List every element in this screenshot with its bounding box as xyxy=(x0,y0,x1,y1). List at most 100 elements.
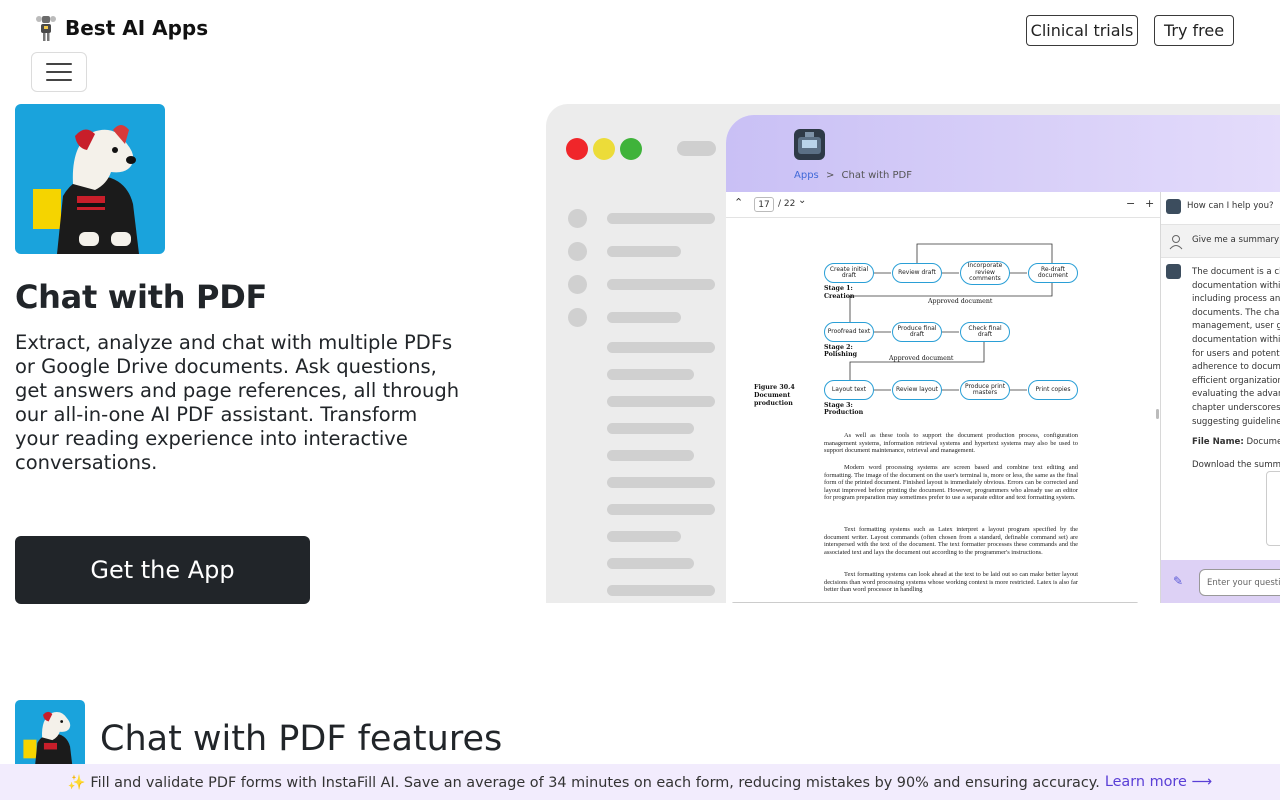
user-avatar-icon xyxy=(1169,235,1183,250)
answer-line: documentation within xyxy=(1192,280,1280,291)
features-heading: Chat with PDF features xyxy=(100,719,503,759)
chat-input-bar: ✎ Enter your question xyxy=(1161,560,1280,603)
brand-link[interactable]: Best AI Apps xyxy=(33,14,208,42)
app-screenshot-mockup: Apps > Chat with PDF ⌃ 17 / 22 ⌄ − + Cre… xyxy=(546,104,1280,603)
sidebar-placeholder-bar xyxy=(607,246,681,257)
placeholder-pill xyxy=(677,141,716,156)
zoom-out-button[interactable]: − xyxy=(1126,197,1135,210)
hamburger-icon xyxy=(46,63,72,65)
magic-wand-icon[interactable]: ✎ xyxy=(1173,574,1183,588)
learn-more-link[interactable]: Learn more ⟶ xyxy=(1105,774,1212,790)
pdf-page-view: Create initial draft Review draft Incorp… xyxy=(726,219,1160,603)
approved-label: Approved document xyxy=(889,355,954,362)
sidebar-placeholder-bar xyxy=(607,396,715,407)
page-title: Chat with PDF xyxy=(15,278,268,316)
answer-line: management, user gu xyxy=(1192,321,1280,332)
figure-caption: Document xyxy=(754,392,791,399)
file-name-label: File Name: xyxy=(1192,437,1244,447)
features-app-icon xyxy=(15,700,85,770)
sidebar-placeholder-bar xyxy=(607,504,715,515)
file-name-value: Documen xyxy=(1246,437,1280,447)
stage-label: Stage 1: xyxy=(824,285,853,292)
sidebar-placeholder-dot xyxy=(568,275,587,294)
sidebar-placeholder-bar xyxy=(607,477,715,488)
user-message-row: Give me a summary o xyxy=(1161,224,1280,258)
app-icon-image xyxy=(15,104,165,254)
sidebar-placeholder-bar xyxy=(607,531,681,542)
sidebar-placeholder-bar xyxy=(607,423,694,434)
try-free-button[interactable]: Try free xyxy=(1154,15,1234,46)
answer-line: suggesting guidelines xyxy=(1192,416,1280,427)
vertical-scrollbar[interactable] xyxy=(1156,409,1159,419)
flowchart-connectors xyxy=(849,243,1053,391)
answer-line: chapter underscores t xyxy=(1192,403,1280,413)
pdf-paragraph: As well as these tools to support the do… xyxy=(824,432,1078,455)
sidebar-placeholder-bar xyxy=(607,369,694,380)
flow-node: Create initial draft xyxy=(824,263,874,283)
flow-node: Incorporate review comments xyxy=(960,261,1010,285)
breadcrumb-apps-link[interactable]: Apps xyxy=(794,170,819,181)
page-number-input[interactable]: 17 xyxy=(754,197,774,212)
menu-toggle-button[interactable] xyxy=(31,52,87,92)
bot-avatar-icon xyxy=(1166,264,1181,279)
pdf-paragraph: Text formatting systems such as Latex in… xyxy=(824,526,1078,556)
approved-label: Approved document xyxy=(928,298,993,305)
user-message: Give me a summary o xyxy=(1192,235,1280,245)
chat-greeting: How can I help you? xyxy=(1187,201,1274,211)
chevron-down-icon[interactable]: ⌄ xyxy=(798,195,806,206)
page-description: Extract, analyze and chat with multiple … xyxy=(15,331,460,474)
flow-node: Layout text xyxy=(824,380,874,400)
sidebar-placeholder-bar xyxy=(607,279,715,290)
promo-banner: ✨ Fill and validate PDF forms with Insta… xyxy=(0,764,1280,800)
app-window: Apps > Chat with PDF ⌃ 17 / 22 ⌄ − + Cre… xyxy=(726,115,1280,603)
zoom-in-button[interactable]: + xyxy=(1145,197,1154,210)
flow-node: Re-draft document xyxy=(1028,263,1078,283)
sidebar-placeholder-dot xyxy=(568,308,587,327)
flow-node: Print copies xyxy=(1028,380,1078,400)
clinical-trials-button[interactable]: Clinical trials xyxy=(1026,15,1138,46)
sidebar-placeholder-dot xyxy=(568,242,587,261)
breadcrumb: Apps > Chat with PDF xyxy=(794,170,912,181)
stage-label: Creation xyxy=(824,293,855,300)
sidebar-placeholder-dot xyxy=(568,209,587,228)
chat-panel: How can I help you? Give me a summary o … xyxy=(1160,192,1280,603)
figure-caption: production xyxy=(754,400,793,407)
pdf-paragraph: Modern word processing systems are scree… xyxy=(824,464,1078,502)
page-total: / 22 xyxy=(778,199,796,209)
answer-line: for users and potentia xyxy=(1192,348,1280,359)
stage-label: Stage 3: xyxy=(824,402,853,409)
app-header: Apps > Chat with PDF xyxy=(726,115,1280,192)
bot-avatar-icon xyxy=(1166,199,1181,214)
flow-node: Produce print masters xyxy=(960,380,1010,400)
sidebar-placeholder-bar xyxy=(607,312,681,323)
answer-line: evaluating the advanta xyxy=(1192,389,1280,400)
get-the-app-button[interactable]: Get the App xyxy=(15,536,310,604)
window-close-dot xyxy=(566,138,588,160)
arrow-right-icon: ⟶ xyxy=(1191,774,1213,790)
answer-line: documents. The chapt xyxy=(1192,307,1280,318)
question-input[interactable]: Enter your question xyxy=(1199,569,1280,596)
sidebar-placeholder-bar xyxy=(607,558,694,569)
breadcrumb-separator: > xyxy=(825,170,835,181)
flow-node: Produce final draft xyxy=(892,322,942,342)
pdf-paragraph: Text formatting systems can look ahead a… xyxy=(824,571,1078,594)
download-summary-link[interactable]: Download the summa xyxy=(1192,460,1280,470)
brand-name: Best AI Apps xyxy=(65,16,209,40)
chevron-up-icon[interactable]: ⌃ xyxy=(734,196,743,209)
sidebar-placeholder-bar xyxy=(607,450,694,461)
learn-more-label: Learn more xyxy=(1104,774,1187,790)
answer-line: efficient organization xyxy=(1192,375,1280,386)
stage-label: Stage 2: xyxy=(824,344,853,351)
flow-node: Check final draft xyxy=(960,322,1010,342)
app-logo-icon xyxy=(794,129,825,160)
window-minimize-dot xyxy=(593,138,615,160)
answer-line: documentation within xyxy=(1192,335,1280,345)
horizontal-scrollbar[interactable] xyxy=(732,602,1138,603)
flow-node: Proofread text xyxy=(824,322,874,342)
sidebar-placeholder-bar xyxy=(607,213,715,224)
window-maximize-dot xyxy=(620,138,642,160)
answer-line: including process and xyxy=(1192,294,1280,305)
stage-label: Polishing xyxy=(824,351,858,358)
file-name-row: File Name: Documen xyxy=(1192,437,1280,447)
pdf-toolbar: ⌃ 17 / 22 ⌄ − + xyxy=(726,192,1160,218)
